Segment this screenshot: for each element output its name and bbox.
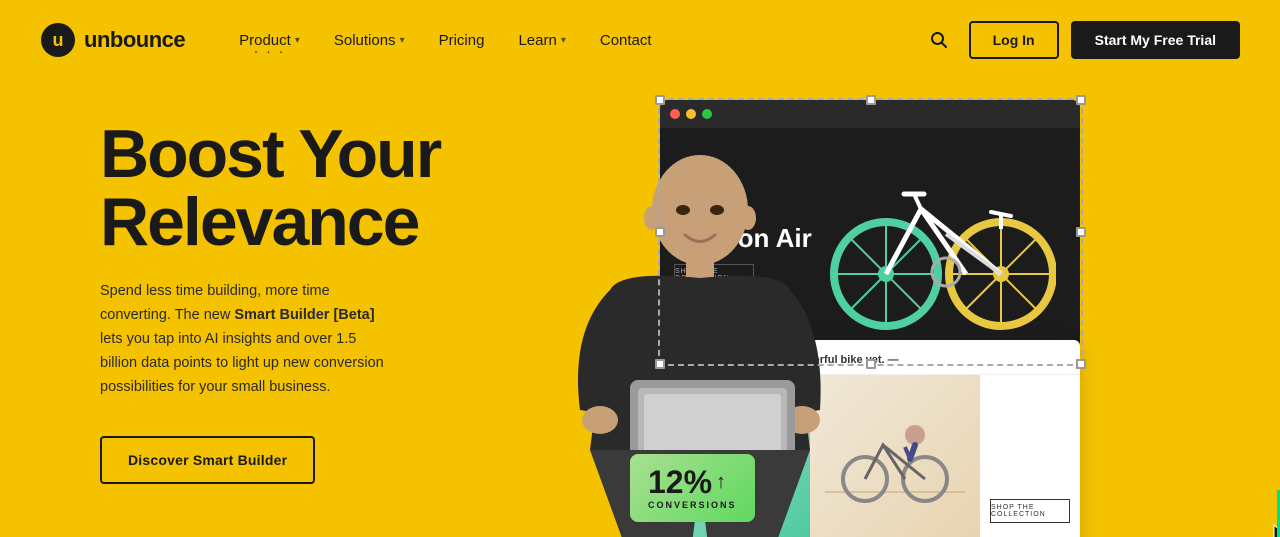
- trial-button[interactable]: Start My Free Trial: [1071, 21, 1240, 59]
- nav-links: Product ▾ Solutions ▾ Pricing Learn ▾ Co…: [225, 24, 921, 57]
- logo-icon: u: [40, 22, 76, 58]
- white-card-cta: SHOP THE COLLECTION: [980, 375, 1080, 537]
- search-button[interactable]: [921, 22, 957, 58]
- nav-item-contact[interactable]: Contact: [586, 24, 666, 57]
- card-header: [660, 100, 1080, 128]
- logo-link[interactable]: u unbounce: [40, 22, 185, 58]
- nav-actions: Log In Start My Free Trial: [921, 21, 1240, 59]
- nav-item-pricing[interactable]: Pricing: [425, 24, 499, 57]
- chevron-down-icon: ▾: [400, 35, 405, 46]
- traffic-light-yellow: [686, 109, 696, 119]
- hero-body: Spend less time building, more time conv…: [100, 280, 390, 400]
- traffic-light-green: [702, 109, 712, 119]
- hero-visual: — Ride on Air Shop the collection: [520, 80, 1280, 537]
- green-corner-accent: [1250, 490, 1280, 537]
- chevron-down-icon: ▾: [295, 35, 300, 46]
- search-icon: [929, 30, 949, 50]
- shop-cta-button[interactable]: SHOP THE COLLECTION: [990, 499, 1070, 523]
- logo-text: unbounce: [84, 27, 185, 53]
- nav-item-solutions[interactable]: Solutions ▾: [320, 24, 419, 57]
- main-nav: u unbounce Product ▾ Solutions ▾ Pricing…: [0, 0, 1280, 80]
- up-arrow-icon: ↑: [716, 472, 726, 492]
- bike-illustration: [826, 154, 1056, 334]
- nav-item-learn[interactable]: Learn ▾: [504, 24, 579, 57]
- conversion-number: 12% ↑: [648, 466, 726, 498]
- login-button[interactable]: Log In: [969, 21, 1059, 59]
- traffic-light-red: [670, 109, 680, 119]
- discover-button[interactable]: Discover Smart Builder: [100, 436, 315, 484]
- nav-item-product[interactable]: Product ▾: [225, 24, 314, 57]
- hero-section: Boost Your Relevance Spend less time bui…: [0, 80, 1280, 537]
- conversion-badge: 12% ↑ CONVERSIONS: [630, 454, 755, 522]
- chevron-down-icon: ▾: [561, 35, 566, 46]
- hero-headline: Boost Your Relevance: [100, 120, 440, 256]
- conversion-label: CONVERSIONS: [648, 500, 737, 510]
- bike-image-area: [816, 144, 1066, 344]
- svg-text:u: u: [53, 30, 64, 50]
- hero-text-block: Boost Your Relevance Spend less time bui…: [100, 120, 440, 484]
